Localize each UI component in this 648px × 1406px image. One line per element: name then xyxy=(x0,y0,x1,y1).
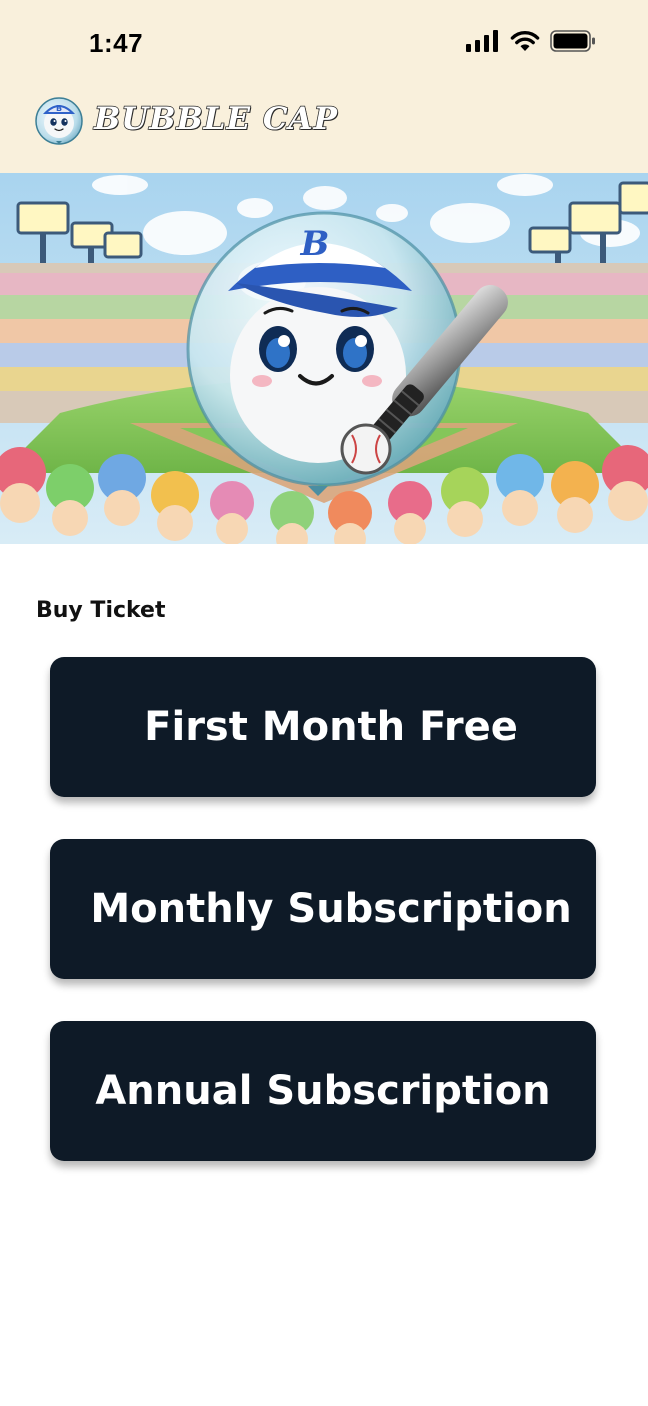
status-time: 1:47 xyxy=(89,28,144,58)
battery-icon xyxy=(550,30,595,52)
hero-banner: B xyxy=(0,173,648,544)
app-screen: 1:47 B BUBBLE CAP B Buy Ticket First Mon… xyxy=(0,0,648,1406)
wifi-icon xyxy=(510,31,540,51)
monthly-subscription-label: Monthly Subscription xyxy=(90,886,572,932)
bubble-cap-mascot-icon: B xyxy=(35,97,83,145)
header-area: 1:47 B BUBBLE CAP xyxy=(0,0,648,173)
annual-subscription-button[interactable]: Annual Subscription xyxy=(50,1021,596,1161)
first-month-free-label: First Month Free xyxy=(144,704,518,750)
app-name: BUBBLE CAP xyxy=(93,100,338,138)
cellular-signal-icon xyxy=(466,30,498,52)
hero-illustration: B xyxy=(0,173,648,544)
svg-text:B: B xyxy=(56,104,62,113)
annual-subscription-label: Annual Subscription xyxy=(95,1068,551,1114)
first-month-free-button[interactable]: First Month Free xyxy=(50,657,596,797)
section-title-buy-ticket: Buy Ticket xyxy=(36,598,166,623)
monthly-subscription-button[interactable]: Monthly Subscription xyxy=(50,839,596,979)
brand: B BUBBLE CAP xyxy=(32,92,338,146)
svg-text:B: B xyxy=(300,224,330,264)
status-icons xyxy=(466,30,596,52)
